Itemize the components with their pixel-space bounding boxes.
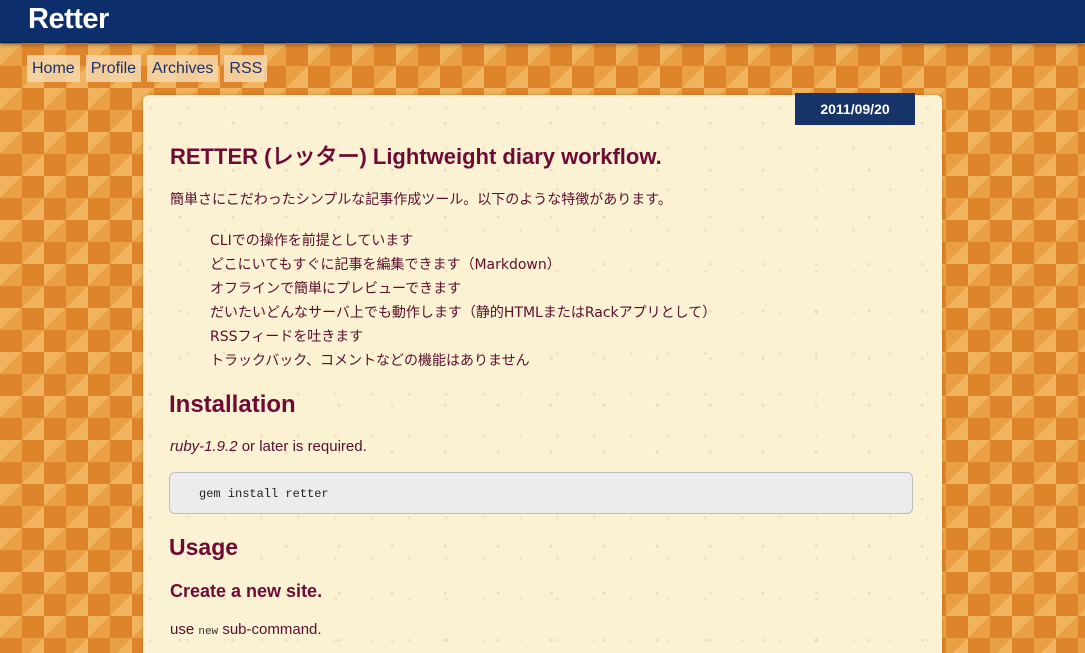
feature-item: トラックバック、コメントなどの機能はありません — [210, 353, 530, 369]
entry-date-badge[interactable]: 2011/09/20 — [795, 93, 915, 125]
feature-item: オフラインで簡単にプレビューできます — [210, 281, 462, 297]
feature-item: RSSフィードを吐きます — [210, 329, 364, 345]
installation-heading: Installation — [169, 391, 296, 418]
top-bar: Retter — [0, 0, 1085, 43]
ruby-version: ruby-1.9.2 — [170, 438, 238, 455]
usage-heading: Usage — [169, 534, 239, 560]
usage-suffix: sub-command. — [218, 621, 322, 638]
feature-item: どこにいてもすぐに記事を編集できます（Markdown） — [210, 257, 561, 273]
feature-list: CLIでの操作を前提としています どこにいてもすぐに記事を編集できます（Mark… — [210, 229, 716, 373]
feature-item: だいたいどんなサーバ上でも動作します（静的HTMLまたはRackアプリとして） — [210, 305, 717, 321]
nav-archives[interactable]: Archives — [147, 55, 219, 82]
main-nav: Home Profile Archives RSS — [27, 55, 268, 82]
nav-home[interactable]: Home — [27, 55, 80, 82]
new-subcommand-code: new — [198, 626, 219, 638]
usage-line: use new sub-command. — [170, 621, 322, 638]
nav-profile[interactable]: Profile — [85, 55, 142, 82]
nav-rss[interactable]: RSS — [224, 55, 268, 82]
usage-prefix: use — [170, 621, 199, 638]
entry-title[interactable]: RETTER (レッター) Lightweight diary workflow… — [170, 139, 662, 171]
requirement-text: or later is required. — [237, 438, 367, 455]
entry-article: 2011/09/20 RETTER (レッター) Lightweight dia… — [143, 93, 942, 653]
create-site-heading: Create a new site. — [170, 581, 323, 601]
feature-item: CLIでの操作を前提としています — [210, 233, 414, 249]
site-title[interactable]: Retter — [28, 3, 109, 36]
entry-intro: 簡単さにこだわったシンプルな記事作成ツール。以下のような特徴があります。 — [170, 192, 672, 208]
ruby-requirement: ruby-1.9.2 or later is required. — [170, 438, 367, 455]
install-code-block[interactable]: gem install retter — [169, 472, 913, 514]
